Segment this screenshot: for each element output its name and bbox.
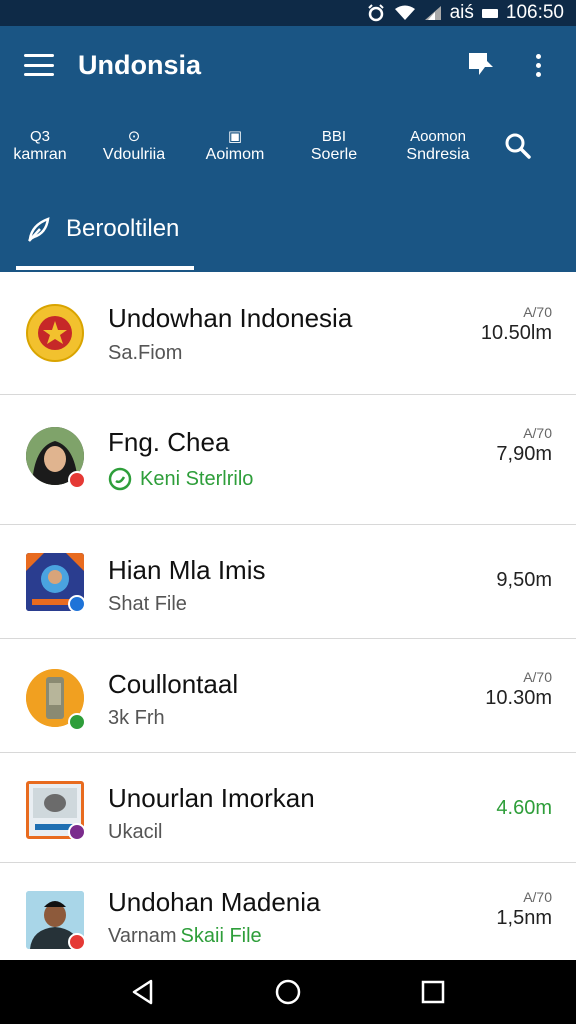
wifi-icon (394, 5, 416, 21)
tab-bar: Berooltilen (0, 188, 576, 272)
chat-subtitle: Shat File (108, 593, 187, 616)
category-kamran[interactable]: Q3 kamran (0, 128, 80, 164)
chat-title: Fng. Chea (108, 427, 230, 457)
chat-meta: A/70 (523, 669, 552, 685)
app-title: Undonsia (78, 49, 202, 80)
category-icon: ▣ (227, 128, 243, 145)
carrier-label: aiś (449, 2, 474, 23)
app-bar: Undonsia (0, 26, 576, 104)
chat-time: 4.60m (496, 797, 552, 819)
battery-icon (481, 8, 498, 18)
category-icon: BBI (321, 128, 347, 145)
tab-berooltilen[interactable]: Berooltilen (16, 188, 194, 270)
category-label: Aoimom (205, 146, 265, 163)
chat-time: 7,90m (496, 443, 552, 465)
new-chat-button[interactable] (464, 47, 500, 83)
category-bar: Q3 kamran ⊙ Vdoulriia ▣ Aoimom BBI Soerl… (0, 104, 576, 188)
search-button[interactable] (490, 132, 546, 160)
chat-subtitle-highlight: Skaii File (180, 925, 262, 947)
search-icon (505, 133, 531, 159)
recents-button[interactable] (409, 968, 457, 1016)
category-soerle[interactable]: BBI Soerle (282, 128, 386, 164)
chat-meta: A/70 (523, 304, 552, 320)
category-label: Soerle (310, 146, 358, 163)
recents-square-icon (422, 980, 445, 1004)
chat-meta: A/70 (523, 425, 552, 441)
chat-subtitle: Keni Sterlrilo (108, 467, 253, 491)
chat-row[interactable]: Undohan Madenia Varnam Skaii File A/70 1… (0, 863, 576, 960)
status-badge (68, 713, 86, 731)
home-circle-icon (275, 979, 301, 1005)
signal-icon (424, 5, 442, 21)
category-aoimom[interactable]: ▣ Aoimom (188, 128, 282, 164)
chat-subtitle-text: Shat File (108, 593, 187, 615)
category-label: Vdoulriia (102, 146, 166, 163)
category-sndresia[interactable]: Aoomon Sndresia (386, 128, 490, 164)
back-button[interactable] (119, 968, 167, 1016)
chat-row[interactable]: Unourlan Imorkan Ukacil 4.60m (0, 753, 576, 863)
chat-title: Unourlan Imorkan (108, 783, 315, 813)
chat-time: 10.30m (485, 687, 552, 709)
category-label: kamran (13, 146, 67, 163)
category-icon: ⊙ (127, 128, 141, 145)
avatar (26, 304, 84, 362)
tab-label: Berooltilen (66, 215, 180, 242)
chat-time: 9,50m (496, 569, 552, 591)
hamburger-menu-icon[interactable] (24, 54, 54, 76)
verified-badge (68, 595, 86, 613)
chat-subtitle: Ukacil (108, 821, 162, 844)
status-time: 106:50 (505, 2, 564, 23)
chat-subtitle: Sa.Fiom (108, 342, 182, 365)
back-triangle-icon (132, 979, 152, 1005)
chat-title: Undowhan Indonesia (108, 303, 353, 333)
status-badge (68, 823, 86, 841)
alarm-icon (366, 4, 386, 22)
compose-icon (469, 53, 493, 75)
chat-row[interactable]: Hian Mla Imis Shat File 9,50m (0, 525, 576, 639)
chat-time: 1,5nm (496, 907, 552, 929)
chat-row[interactable]: Coullontaal 3k Frh A/70 10.30m (0, 639, 576, 753)
chat-row[interactable]: Fng. Chea Keni Sterlrilo A/70 7,90m (0, 395, 576, 525)
whatsapp-icon (108, 467, 132, 491)
chat-title: Hian Mla Imis (108, 555, 266, 585)
chat-title: Undohan Madenia (108, 887, 321, 917)
status-badge (68, 471, 86, 489)
overflow-menu-button[interactable] (520, 47, 556, 83)
category-icon: Q3 (29, 128, 50, 145)
chat-subtitle-text: Ukacil (108, 821, 163, 843)
chat-time: 10.50lm (480, 322, 552, 344)
category-vdoulriia[interactable]: ⊙ Vdoulriia (80, 128, 188, 164)
more-vertical-icon (535, 53, 541, 77)
home-button[interactable] (264, 968, 312, 1016)
feather-icon (28, 217, 50, 242)
system-nav-bar (0, 960, 576, 1024)
category-label: Sndresia (406, 146, 470, 163)
chat-subtitle-text: 3k Frh (108, 707, 165, 729)
emblem-icon (38, 316, 72, 350)
chat-subtitle: 3k Frh (108, 707, 165, 730)
chat-subtitle: Varnam Skaii File (108, 925, 262, 948)
tab-indicator (16, 266, 194, 270)
status-bar: aiś 106:50 (0, 0, 576, 26)
chat-list: Undowhan Indonesia Sa.Fiom A/70 10.50lm … (0, 272, 576, 960)
chat-subtitle-text: Varnam (108, 925, 177, 947)
chat-subtitle-text: Sa.Fiom (108, 342, 183, 364)
status-badge (68, 933, 86, 951)
chat-subtitle-text: Keni Sterlrilo (140, 467, 254, 490)
chat-row[interactable]: Undowhan Indonesia Sa.Fiom A/70 10.50lm (0, 272, 576, 395)
chat-title: Coullontaal (108, 669, 239, 699)
chat-meta: A/70 (523, 889, 552, 905)
category-icon: Aoomon (410, 128, 466, 145)
